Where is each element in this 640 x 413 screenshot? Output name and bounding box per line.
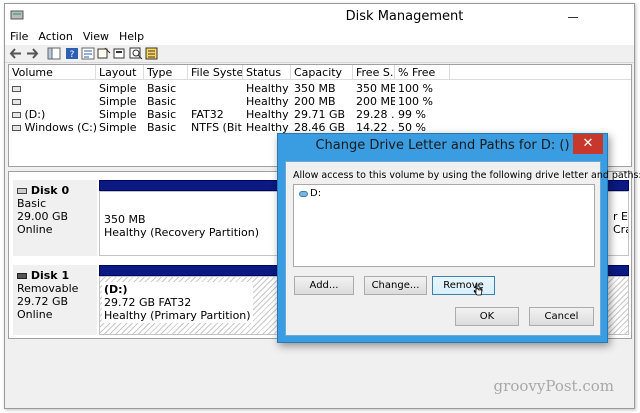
right-partition-fragment-1: r Ene — [613, 210, 628, 223]
removable-disk-icon — [17, 273, 27, 279]
type-cell: Basic — [147, 108, 177, 121]
percent-free-cell: 99 % — [398, 108, 426, 121]
col-capacity[interactable]: Capacity — [291, 65, 353, 80]
col-type[interactable]: Type — [144, 65, 188, 80]
search-icon[interactable] — [129, 47, 143, 60]
volume-row[interactable]: Simple Basic Healthy ... 200 MB 200 MB 1… — [9, 95, 631, 108]
menu-view[interactable]: View — [78, 28, 114, 43]
capacity-cell: 350 MB — [294, 82, 336, 95]
close-button[interactable]: ✕ — [573, 134, 603, 154]
type-cell: Basic — [147, 82, 177, 95]
delete-icon[interactable] — [113, 47, 127, 60]
volume-row[interactable]: (D:) Simple Basic FAT32 Healthy ... 29.7… — [9, 108, 631, 121]
disk-1-size: 29.72 GB — [17, 295, 69, 308]
dialog-instruction: Allow access to this volume by using the… — [293, 170, 640, 181]
ok-button[interactable]: OK — [455, 307, 519, 326]
dialog-body: Allow access to this volume by using the… — [285, 161, 640, 336]
layout-cell: Simple — [99, 121, 137, 134]
settings-icon[interactable] — [145, 47, 159, 60]
volume-name-cell: (D:) — [9, 108, 96, 121]
menu-action[interactable]: Action — [33, 28, 77, 43]
back-arrow-icon[interactable] — [9, 47, 23, 60]
menu-help[interactable]: Help — [114, 28, 149, 43]
drive-icon — [299, 190, 308, 197]
toolbar: ? — [5, 45, 634, 63]
volume-drive-icon — [12, 86, 21, 92]
volume-list-header: Volume Layout Type File System Status Ca… — [9, 65, 631, 80]
type-cell: Basic — [147, 121, 177, 134]
partition-status: Healthy (Primary Partition) — [104, 309, 251, 322]
free-space-cell: 200 MB — [356, 95, 395, 108]
watermark-text: groovyPost.com — [493, 377, 614, 395]
status-cell: Healthy ... — [246, 108, 291, 121]
volume-drive-icon — [12, 99, 21, 105]
volume-name: (D:) — [24, 108, 46, 121]
add-button[interactable]: Add... — [294, 276, 354, 295]
change-button[interactable]: Change... — [364, 276, 427, 295]
disk-0-name: Disk 0 — [17, 184, 97, 197]
percent-free-cell: 100 % — [398, 95, 433, 108]
help-icon[interactable]: ? — [65, 47, 79, 60]
svg-text:?: ? — [70, 50, 75, 60]
disk-1-state: Online — [17, 308, 53, 321]
layout-cell: Simple — [99, 82, 137, 95]
percent-free-cell: 100 % — [398, 82, 433, 95]
partition-label: (D:) — [104, 283, 128, 296]
forward-arrow-icon[interactable] — [25, 47, 39, 60]
volume-drive-icon — [12, 125, 21, 131]
volume-drive-icon — [12, 112, 21, 118]
layout-cell: Simple — [99, 108, 137, 121]
list-item-drive[interactable]: D: — [299, 188, 321, 199]
disk-icon — [17, 188, 27, 194]
drive-paths-list[interactable]: D: — [293, 184, 595, 267]
col-file-system[interactable]: File System — [188, 65, 243, 80]
disk-1-name: Disk 1 — [17, 269, 97, 282]
change-drive-letter-dialog: Change Drive Letter and Paths for D: () … — [277, 133, 640, 343]
col-free-space[interactable]: Free S... — [353, 65, 395, 80]
cancel-button[interactable]: Cancel — [529, 307, 594, 326]
type-cell: Basic — [147, 95, 177, 108]
disk-0-kind: Basic — [17, 197, 47, 210]
file-system-cell: FAT32 — [191, 108, 224, 121]
volume-name-cell — [9, 95, 96, 108]
show-hide-tree-icon[interactable] — [47, 47, 61, 60]
window-title: Disk Management — [345, 9, 464, 24]
partition-size: 29.72 GB FAT32 — [104, 296, 192, 309]
menu-bar: File Action View Help — [5, 28, 634, 45]
volume-row[interactable]: Simple Basic Healthy ... 350 MB 350 MB 1… — [9, 82, 631, 95]
disk-1-info[interactable]: Disk 1 Removable 29.72 GB Online — [13, 265, 97, 335]
disk-1-kind: Removable — [17, 282, 79, 295]
volume-name: Windows (C:) — [24, 121, 97, 134]
right-partition-fragment-2: Cra — [613, 223, 628, 236]
capacity-cell: 200 MB — [294, 95, 336, 108]
col-volume[interactable]: Volume — [9, 65, 96, 80]
col-status[interactable]: Status — [243, 65, 291, 80]
free-space-cell: 29.28 ... — [356, 108, 395, 121]
status-cell: Healthy ... — [246, 95, 291, 108]
volume-name-cell — [9, 82, 96, 95]
file-system-cell: NTFS (Bit... — [191, 121, 243, 134]
mouse-cursor-icon — [473, 283, 483, 296]
remove-button[interactable]: Remove — [432, 276, 495, 295]
properties-icon[interactable] — [81, 47, 95, 60]
free-space-cell: 350 MB — [356, 82, 395, 95]
col-layout[interactable]: Layout — [96, 65, 144, 80]
menu-file[interactable]: File — [5, 28, 33, 43]
layout-cell: Simple — [99, 95, 137, 108]
disk-0-info[interactable]: Disk 0 Basic 29.00 GB Online — [13, 180, 97, 256]
disk-0-state: Online — [17, 223, 53, 236]
status-area — [8, 344, 632, 406]
capacity-cell: 29.71 GB — [294, 108, 346, 121]
disk-0-size: 29.00 GB — [17, 210, 69, 223]
title-bar: Disk Management — [5, 4, 634, 28]
volume-name-cell: Windows (C:) — [9, 121, 96, 134]
col-percent-free[interactable]: % Free — [395, 65, 450, 80]
connect-icon[interactable] — [97, 47, 111, 60]
status-cell: Healthy ... — [246, 82, 291, 95]
list-item-label: D: — [310, 188, 322, 199]
dialog-title: Change Drive Letter and Paths for D: () — [315, 138, 570, 153]
minimize-button[interactable] — [562, 6, 584, 24]
